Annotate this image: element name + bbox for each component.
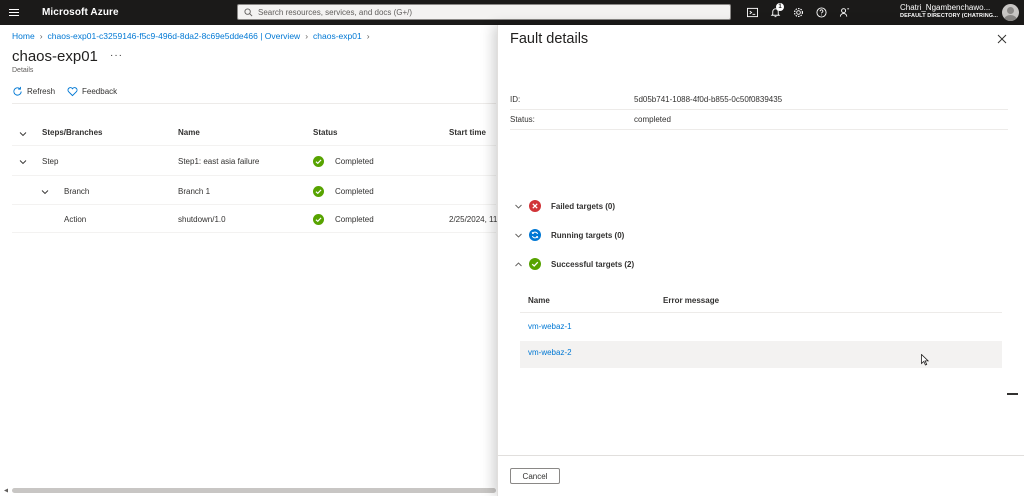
row-level-branch: Branch xyxy=(64,187,90,196)
feedback-topbar-button[interactable] xyxy=(833,0,856,25)
fault-details-panel: Fault details ID: 5d05b741-1088-4f0d-b85… xyxy=(497,25,1024,496)
hamburger-line xyxy=(9,15,19,16)
table-row[interactable] xyxy=(520,341,1002,368)
command-bar-divider xyxy=(12,103,496,104)
account-info[interactable]: Chatri_Ngambenchawo... DEFAULT DIRECTORY… xyxy=(900,3,998,19)
running-targets-label: Running targets (0) xyxy=(551,230,625,240)
id-value: 5d05b741-1088-4f0d-b855-0c50f0839435 xyxy=(634,95,783,104)
breadcrumb-separator: › xyxy=(366,31,370,41)
terminal-icon xyxy=(747,7,758,18)
breadcrumb: Home › chaos-exp01-c3259146-f5c9-496d-8d… xyxy=(12,31,375,41)
horizontal-scrollbar[interactable] xyxy=(12,488,496,493)
close-icon[interactable] xyxy=(996,33,1008,45)
refresh-label: Refresh xyxy=(27,87,56,96)
search-placeholder: Search resources, services, and docs (G+… xyxy=(258,7,413,17)
kv-divider xyxy=(510,109,1008,110)
failed-targets-label: Failed targets (0) xyxy=(551,201,616,211)
row-start-time-action: 2/25/2024, 11 xyxy=(449,215,498,224)
feedback-icon xyxy=(839,8,850,17)
brand-logo-text[interactable]: Microsoft Azure xyxy=(42,7,119,18)
column-header-name[interactable]: Name xyxy=(178,128,200,137)
heart-icon xyxy=(67,87,78,97)
page-subtitle: Details xyxy=(12,67,34,74)
breadcrumb-overview[interactable]: chaos-exp01-c3259146-f5c9-496d-8da2-8c69… xyxy=(48,31,301,41)
row-status-step: Completed xyxy=(335,157,374,166)
feedback-label: Feedback xyxy=(82,87,118,96)
running-sync-icon xyxy=(529,229,541,241)
row-name-action[interactable]: shutdown/1.0 xyxy=(178,215,226,224)
row-divider xyxy=(12,204,496,205)
help-button[interactable] xyxy=(810,0,833,25)
topbar-actions: 1 xyxy=(741,0,856,25)
panel-title: Fault details xyxy=(510,31,589,47)
row-divider xyxy=(12,175,496,176)
status-label: Status: xyxy=(510,115,535,124)
chevron-down-icon xyxy=(515,233,522,238)
scroll-left-arrow-icon[interactable] xyxy=(3,488,9,493)
successful-targets-section[interactable]: Successful targets (2) xyxy=(514,258,634,270)
success-check-icon xyxy=(313,214,324,225)
help-icon xyxy=(816,7,827,18)
targets-header-divider xyxy=(520,312,1002,313)
hamburger-line xyxy=(9,9,19,10)
avatar[interactable] xyxy=(1002,4,1019,21)
top-bar: Microsoft Azure Search resources, servic… xyxy=(0,0,1024,25)
row-status-branch: Completed xyxy=(335,187,374,196)
row-status-action: Completed xyxy=(335,215,374,224)
row-name-branch: Branch 1 xyxy=(178,187,211,196)
column-header-steps[interactable]: Steps/Branches xyxy=(42,128,102,137)
cloud-shell-button[interactable] xyxy=(741,0,764,25)
account-directory: DEFAULT DIRECTORY (CHATRING... xyxy=(900,13,999,19)
error-icon xyxy=(529,200,541,212)
step-expand-chevron-icon[interactable] xyxy=(19,158,27,166)
success-check-icon xyxy=(529,258,541,270)
notification-count-badge: 1 xyxy=(776,3,784,11)
breadcrumb-separator: › xyxy=(305,31,309,41)
portal-menu-button[interactable] xyxy=(0,0,28,25)
settings-button[interactable] xyxy=(787,0,810,25)
column-header-status[interactable]: Status xyxy=(313,128,337,137)
row-level-step: Step xyxy=(42,157,59,166)
header-divider xyxy=(12,145,496,146)
chevron-up-icon xyxy=(515,261,522,266)
scroll-indicator[interactable] xyxy=(1007,393,1018,395)
success-check-icon xyxy=(313,156,324,167)
targets-column-error[interactable]: Error message xyxy=(663,296,719,305)
feedback-button[interactable]: Feedback xyxy=(67,86,117,97)
row-name-step: Step1: east asia failure xyxy=(178,157,260,166)
successful-targets-label: Successful targets (2) xyxy=(551,259,635,269)
running-targets-section[interactable]: Running targets (0) xyxy=(514,229,624,241)
breadcrumb-home[interactable]: Home xyxy=(12,31,35,41)
column-header-start-time[interactable]: Start time xyxy=(449,128,486,137)
kv-divider xyxy=(510,129,1008,130)
id-label: ID: xyxy=(510,95,521,104)
refresh-icon xyxy=(13,86,22,96)
cancel-button[interactable]: Cancel xyxy=(510,468,560,484)
breadcrumb-experiment[interactable]: chaos-exp01 xyxy=(313,31,362,41)
hamburger-line xyxy=(9,12,19,13)
row-level-action: Action xyxy=(64,215,87,224)
page-title: chaos-exp01 xyxy=(12,48,98,65)
breadcrumb-separator: › xyxy=(39,31,43,41)
command-bar: Refresh Feedback xyxy=(12,86,117,97)
row-divider xyxy=(12,232,496,233)
status-value: completed xyxy=(634,115,671,124)
mouse-cursor-icon xyxy=(921,354,929,366)
chevron-down-icon xyxy=(515,204,522,209)
collapse-all-chevron-icon[interactable] xyxy=(19,130,27,138)
search-icon xyxy=(244,7,253,16)
branch-expand-chevron-icon[interactable] xyxy=(41,188,49,196)
target-link-vm-2[interactable]: vm-webaz-2 xyxy=(528,348,572,357)
success-check-icon xyxy=(313,186,324,197)
failed-targets-section[interactable]: Failed targets (0) xyxy=(514,200,615,212)
more-options-button[interactable]: ··· xyxy=(110,50,123,61)
targets-column-name[interactable]: Name xyxy=(528,296,550,305)
account-name: Chatri_Ngambenchawo... xyxy=(900,3,991,12)
target-link-vm-1[interactable]: vm-webaz-1 xyxy=(528,322,572,331)
notifications-button[interactable]: 1 xyxy=(764,0,787,25)
global-search-input[interactable]: Search resources, services, and docs (G+… xyxy=(237,4,731,20)
gear-icon xyxy=(793,7,804,18)
footer-divider xyxy=(498,455,1024,456)
refresh-button[interactable]: Refresh xyxy=(12,86,55,97)
